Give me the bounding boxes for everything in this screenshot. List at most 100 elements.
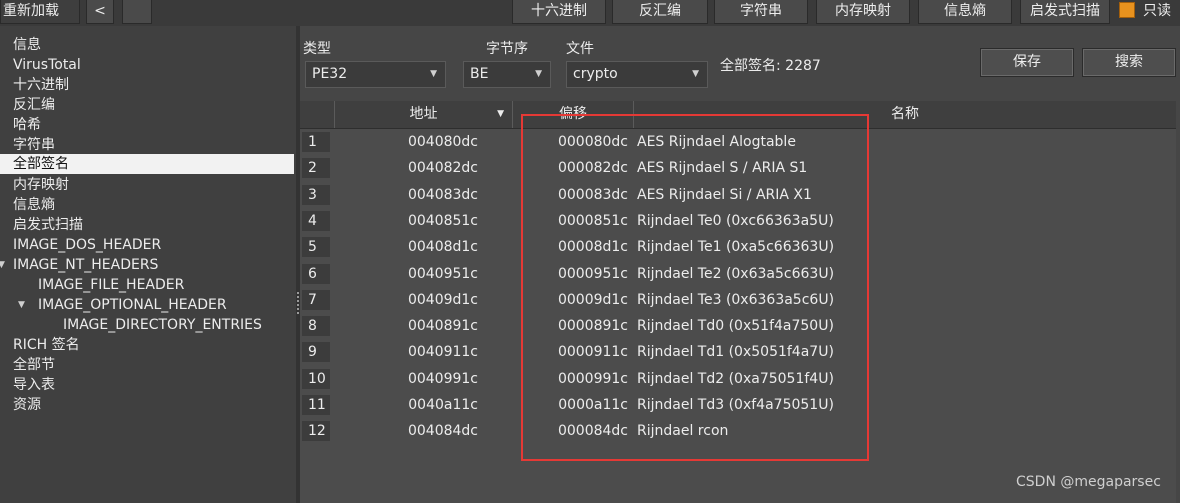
table-row[interactable]: 2 004082dc 000082dc AES Rijndael S / ARIA S…	[300, 155, 1176, 181]
cell-offset: 0000911c	[557, 344, 628, 361]
table-row[interactable]: 1 004080dc 000080dc AES Rijndael Alogtable	[300, 129, 1176, 155]
file-select[interactable]: crypto ▼	[566, 61, 708, 88]
type-select[interactable]: PE32 ▼	[305, 61, 446, 88]
expand-arrow-icon[interactable]: ▼	[0, 255, 5, 275]
column-header-address[interactable]: 地址 ▼	[334, 101, 512, 128]
readonly-label: 只读	[1143, 3, 1171, 19]
reload-button[interactable]: 重新加载	[0, 0, 80, 24]
sidebar-item-virustotal[interactable]: VirusTotal	[0, 55, 294, 75]
row-number: 1	[302, 132, 330, 152]
sidebar-item-label: 全部签名	[13, 156, 69, 172]
column-header-offset[interactable]: 偏移	[512, 101, 633, 128]
sidebar-item-image-nt-headers[interactable]: ▼ IMAGE_NT_HEADERS	[0, 255, 294, 275]
column-header-label: 偏移	[559, 106, 587, 122]
file-select-value: crypto	[573, 66, 618, 82]
sidebar-item-label: 字符串	[13, 137, 55, 153]
file-label: 文件	[566, 41, 594, 57]
cell-address: 0040891c	[407, 318, 478, 335]
sidebar-item-resources[interactable]: 资源	[0, 395, 294, 415]
signatures-table: 地址 ▼ 偏移 名称 1 004080dc 000080dc AES Rijndael…	[300, 101, 1176, 503]
signature-viewer-window: 重新加载 < 十六进制 反汇编 字符串 内存映射 信息熵 启发式扫描 只读 信息…	[0, 0, 1180, 503]
cell-address: 0040911c	[407, 344, 478, 361]
table-row[interactable]: 4 0040851c 0000851c Rijndael Te0 (0xc66363a…	[300, 208, 1176, 234]
sidebar-item-memory-map[interactable]: 内存映射	[0, 175, 294, 195]
cell-offset: 000080dc	[557, 134, 628, 150]
search-button[interactable]: 搜索	[1082, 48, 1176, 77]
cell-name: AES Rijndael Alogtable	[637, 134, 796, 150]
sidebar-item-imports[interactable]: 导入表	[0, 375, 294, 395]
sidebar-item-image-directory-entries[interactable]: IMAGE_DIRECTORY_ENTRIES	[0, 315, 294, 335]
row-number: 6	[302, 263, 330, 284]
sidebar-item-label: 信息	[13, 37, 41, 53]
row-number: 12	[302, 421, 330, 442]
sidebar-item-label: 导入表	[13, 377, 55, 393]
sidebar-item-heuristic-scan[interactable]: 启发式扫描	[0, 215, 294, 235]
table-row[interactable]: 10 0040991c 0000991c Rijndael Td2 (0xa75051…	[300, 366, 1176, 392]
cell-offset: 0000891c	[557, 318, 628, 335]
sidebar-item-image-dos-header[interactable]: IMAGE_DOS_HEADER	[0, 235, 294, 255]
sidebar-item-label: 全部节	[13, 357, 55, 373]
cell-name: Rijndael Td0 (0x51f4a750U)	[637, 318, 834, 335]
table-row[interactable]: 3 004083dc 000083dc AES Rijndael Si / ARIA …	[300, 182, 1176, 208]
tab-strings[interactable]: 字符串	[714, 0, 808, 24]
tab-entropy[interactable]: 信息熵	[918, 0, 1012, 24]
tab-memory-map[interactable]: 内存映射	[816, 0, 910, 24]
sort-desc-icon: ▼	[497, 109, 504, 119]
sidebar-item-label: IMAGE_DIRECTORY_ENTRIES	[63, 317, 262, 333]
sidebar-item-all-sections[interactable]: 全部节	[0, 355, 294, 375]
table-row[interactable]: 7 00409d1c 00009d1c Rijndael Te3 (0x6363a5c…	[300, 287, 1176, 313]
cell-offset: 0000951c	[557, 265, 628, 282]
back-button[interactable]: <	[86, 0, 114, 24]
row-number: 5	[302, 237, 330, 258]
column-header-label: 名称	[891, 106, 919, 122]
sidebar-item-hex[interactable]: 十六进制	[0, 75, 294, 95]
cell-name: Rijndael Te2 (0x63a5c663U)	[637, 265, 835, 282]
expand-arrow-icon[interactable]: ▼	[18, 295, 25, 315]
row-number: 2	[302, 158, 330, 179]
sidebar-item-strings[interactable]: 字符串	[0, 135, 294, 155]
cell-address: 0040851c	[407, 212, 478, 229]
sidebar-item-label: 资源	[13, 397, 41, 413]
cell-address: 0040991c	[407, 370, 478, 387]
cell-offset: 000084dc	[557, 423, 628, 440]
table-row[interactable]: 9 0040911c 0000911c Rijndael Td1 (0x5051f4a…	[300, 339, 1176, 365]
sidebar-item-label: IMAGE_DOS_HEADER	[13, 237, 162, 253]
sidebar-item-label: 信息熵	[13, 197, 55, 213]
header-corner[interactable]	[300, 101, 334, 128]
sidebar-item-info[interactable]: 信息	[0, 35, 294, 55]
tab-hex[interactable]: 十六进制	[512, 0, 606, 24]
cell-address: 004082dc	[407, 160, 478, 177]
sidebar-item-image-optional-header[interactable]: ▼ IMAGE_OPTIONAL_HEADER	[0, 295, 294, 315]
table-row[interactable]: 11 0040a11c 0000a11c Rijndael Td3 (0xf4a750…	[300, 392, 1176, 418]
sidebar-item-rich-signature[interactable]: RICH 签名	[0, 335, 294, 355]
tab-heuristic-scan[interactable]: 启发式扫描	[1020, 0, 1110, 24]
row-number: 9	[302, 342, 330, 363]
save-button[interactable]: 保存	[980, 48, 1074, 77]
cell-address: 0040951c	[407, 265, 478, 282]
sidebar-item-disassembly[interactable]: 反汇编	[0, 95, 294, 115]
sidebar-item-label: 哈希	[13, 117, 41, 133]
endian-select[interactable]: BE ▼	[463, 61, 551, 88]
table-row[interactable]: 6 0040951c 0000951c Rijndael Te2 (0x63a5c66…	[300, 261, 1176, 287]
sidebar-item-entropy[interactable]: 信息熵	[0, 195, 294, 215]
sidebar-item-all-signatures[interactable]: 全部签名	[0, 154, 294, 174]
cell-address: 004080dc	[407, 134, 478, 150]
readonly-checkbox[interactable]	[1119, 2, 1135, 18]
cell-name: Rijndael rcon	[637, 423, 729, 440]
splitter-grip-icon[interactable]	[297, 292, 299, 314]
sidebar-item-label: 启发式扫描	[13, 217, 83, 233]
table-row[interactable]: 8 0040891c 0000891c Rijndael Td0 (0x51f4a75…	[300, 313, 1176, 339]
sidebar-item-hash[interactable]: 哈希	[0, 115, 294, 135]
chevron-down-icon: ▼	[692, 69, 699, 79]
cell-address: 004083dc	[407, 186, 478, 203]
table-row[interactable]: 12 004084dc 000084dc Rijndael rcon	[300, 418, 1176, 444]
tab-disassembly[interactable]: 反汇编	[612, 0, 708, 24]
top-toolbar: 重新加载 < 十六进制 反汇编 字符串 内存映射 信息熵 启发式扫描 只读	[0, 0, 1180, 26]
row-number: 8	[302, 316, 330, 337]
column-header-name[interactable]: 名称	[633, 101, 1176, 128]
forward-button[interactable]	[122, 0, 152, 24]
sidebar-item-image-file-header[interactable]: IMAGE_FILE_HEADER	[0, 275, 294, 295]
cell-address: 00409d1c	[407, 291, 478, 308]
cell-name: AES Rijndael S / ARIA S1	[637, 160, 808, 177]
table-row[interactable]: 5 00408d1c 00008d1c Rijndael Te1 (0xa5c6636…	[300, 234, 1176, 260]
